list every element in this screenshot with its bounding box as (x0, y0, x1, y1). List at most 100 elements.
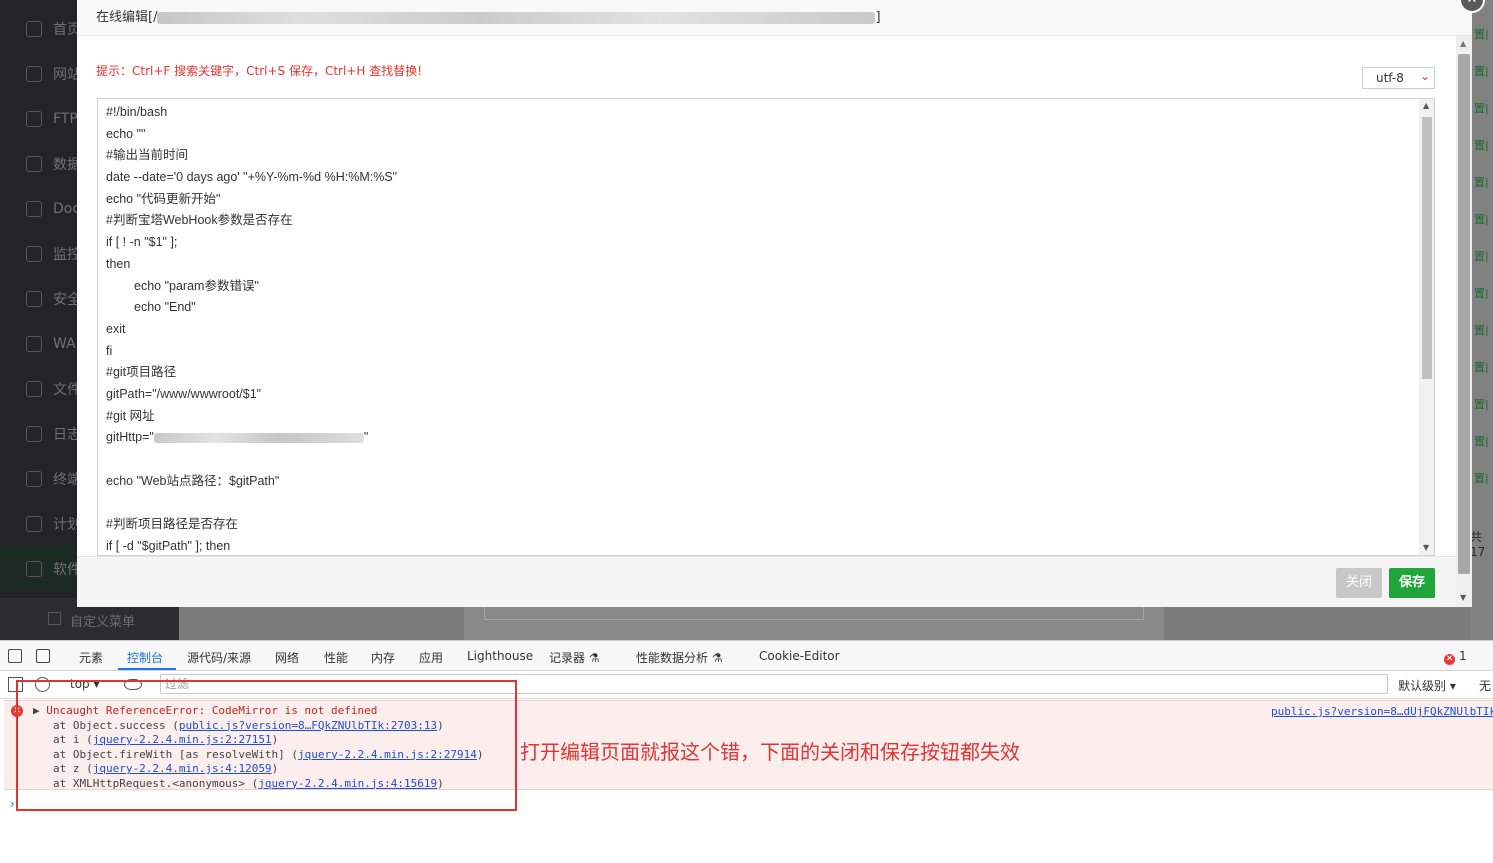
scroll-down-icon[interactable]: ▼ (1423, 543, 1429, 552)
code-line: fi (106, 341, 1406, 363)
devtools-tab[interactable]: 性能 (324, 649, 348, 666)
background-total-count: 共17 (1470, 530, 1486, 559)
code-line-text: echo "Web站点路径：$gitPath" (106, 473, 280, 488)
code-line-text: #输出当前时间 (106, 148, 188, 163)
code-line: #git 网址 (106, 406, 1406, 428)
background-row-action: 置| (1474, 287, 1489, 299)
chevron-down-icon: ⌄ (1420, 69, 1431, 83)
scroll-up-icon[interactable]: ▲ (1423, 101, 1429, 110)
close-button[interactable]: 关闭 (1336, 568, 1382, 598)
scroll-up-icon[interactable]: ▲ (1460, 39, 1466, 48)
home-icon (26, 20, 42, 37)
scroll-down-icon[interactable]: ▼ (1460, 593, 1466, 602)
code-line: #!/bin/bash (106, 102, 1406, 124)
code-line: #输出当前时间 (106, 145, 1406, 167)
error-icon: ✕ (1444, 654, 1455, 665)
devtools-tabbar: ✕ 1 元素 控制台 源代码/来源 网络 性能 内存 应用 Lighthouse 记录器 ⚗ 性能数… (0, 641, 1493, 671)
code-line: exit (106, 319, 1406, 341)
editor-scrollbar[interactable]: ▲ ▼ (1419, 99, 1434, 555)
folder-icon (26, 380, 42, 397)
issues-count[interactable]: 无 (1479, 677, 1491, 694)
devtools-tab[interactable]: 网络 (275, 649, 299, 666)
docker-icon (26, 200, 42, 217)
code-line: #git项目路径 (106, 362, 1406, 384)
code-line-text: then (106, 256, 131, 271)
background-row-action: 置| (1474, 139, 1489, 151)
background-row-action: 置| (1474, 250, 1489, 262)
error-count-value: 1 (1459, 649, 1467, 663)
error-source-link[interactable]: public.js?version=8…dUjFQkZNUlbTIk:2703 (1271, 705, 1493, 718)
devtools-tab[interactable]: 源代码/来源 (187, 649, 251, 666)
code-line-text: #判断宝塔WebHook参数是否存在 (106, 213, 293, 228)
code-line: gitPath="/www/wwwroot/$1" (106, 384, 1406, 406)
sidebar-item-label: FTP (53, 110, 78, 127)
code-line: echo "Web站点路径：$gitPath" (106, 471, 1406, 493)
log-level-select[interactable]: 默认级别 ▾ (1398, 677, 1456, 694)
code-line: echo "param参数错误" (106, 276, 1406, 298)
code-line-text: gitPath="/www/wwwroot/$1" (106, 386, 262, 401)
code-lines: #!/bin/bash echo "" #输出当前时间 date --date='0 … (106, 102, 1406, 555)
devtools-tab[interactable]: Lighthouse (467, 649, 533, 663)
device-toggle-icon[interactable] (36, 649, 50, 663)
background-row-action: 置| (1474, 324, 1489, 336)
code-line: gitHttp=" " (106, 427, 1406, 449)
code-line-text: gitHttp=" (106, 430, 154, 445)
code-line-text: exit (106, 321, 126, 336)
code-line: #判断项目路径是否存在 (106, 514, 1406, 536)
modal-footer: 关闭 保存 (77, 556, 1472, 607)
background-row-action: 置| (1474, 398, 1489, 410)
background-row-action: 置| (1474, 65, 1489, 77)
code-line-text: echo "代码更新开始" (106, 191, 221, 206)
sidebar-item-label: Doc (53, 200, 81, 217)
custom-menu-label: 自定义菜单 (70, 615, 136, 630)
modal-title-suffix: ] (875, 10, 881, 25)
devtools-tab[interactable]: 应用 (419, 649, 443, 666)
clock-icon (26, 515, 42, 532)
code-line: then (106, 254, 1406, 276)
redacted-file-path (157, 11, 876, 24)
save-button[interactable]: 保存 (1389, 568, 1435, 598)
waf-icon (26, 335, 42, 352)
devtools-tab[interactable]: 记录器 ⚗ (549, 649, 600, 666)
code-line-text: echo "" (106, 126, 146, 141)
devtools-tab[interactable]: 性能数据分析 ⚗ (636, 649, 723, 666)
encoding-select[interactable]: utf-8 ⌄ (1362, 67, 1435, 89)
redacted-git-url (153, 433, 364, 444)
code-line-text: #判断项目路径是否存在 (106, 517, 238, 532)
code-line: echo "代码更新开始" (106, 189, 1406, 211)
modal-scrollbar-thumb[interactable] (1458, 54, 1470, 574)
grid-icon (26, 560, 42, 577)
background-row-action: 置| (1474, 213, 1489, 225)
code-line-text: fi (106, 343, 113, 358)
globe-icon (26, 65, 42, 82)
background-row-action: 置| (1474, 102, 1489, 114)
log-icon (26, 425, 42, 442)
code-line: echo "End" (106, 297, 1406, 319)
background-row-action: 置| (1474, 28, 1489, 40)
sidebar-item-label: WA (53, 335, 76, 352)
inspect-icon[interactable] (8, 649, 22, 663)
devtools-tab[interactable]: Cookie-Editor (759, 649, 840, 663)
code-line-text: if [ ! -n "$1" ]; (106, 235, 178, 250)
editor-scrollbar-thumb[interactable] (1422, 117, 1432, 379)
code-line: echo "" (106, 124, 1406, 146)
annotation-text: 打开编辑页面就报这个错，下面的关闭和保存按钮都失效 (520, 740, 1020, 764)
code-line: if [ -d "$gitPath" ]; then (106, 536, 1406, 555)
error-counter[interactable]: ✕ 1 (1444, 649, 1467, 665)
devtools-tab[interactable]: 元素 (79, 649, 103, 666)
modal-scrollbar[interactable]: ▲ ▼ (1456, 36, 1472, 607)
code-line-text: if [ -d "$gitPath" ]; then (106, 538, 231, 553)
online-editor-modal: 在线编辑[/] 提示：Ctrl+F 搜索关键字，Ctrl+S 保存，Ctrl+H… (77, 0, 1472, 607)
code-line: #判断宝塔WebHook参数是否存在 (106, 210, 1406, 232)
terminal-icon (26, 470, 42, 487)
code-line-text-after: " (363, 430, 369, 445)
code-editor[interactable]: #!/bin/bash echo "" #输出当前时间 date --date='0 … (97, 98, 1435, 556)
devtools-tab[interactable]: 控制台 (127, 649, 163, 666)
code-line-text: #git 网址 (106, 408, 155, 423)
code-line: date --date='0 days ago' "+%Y-%m-%d %H:%… (106, 167, 1406, 189)
console-prompt-icon[interactable]: › (10, 797, 15, 811)
ftp-icon (26, 110, 42, 127)
devtools-tab[interactable]: 内存 (371, 649, 395, 666)
